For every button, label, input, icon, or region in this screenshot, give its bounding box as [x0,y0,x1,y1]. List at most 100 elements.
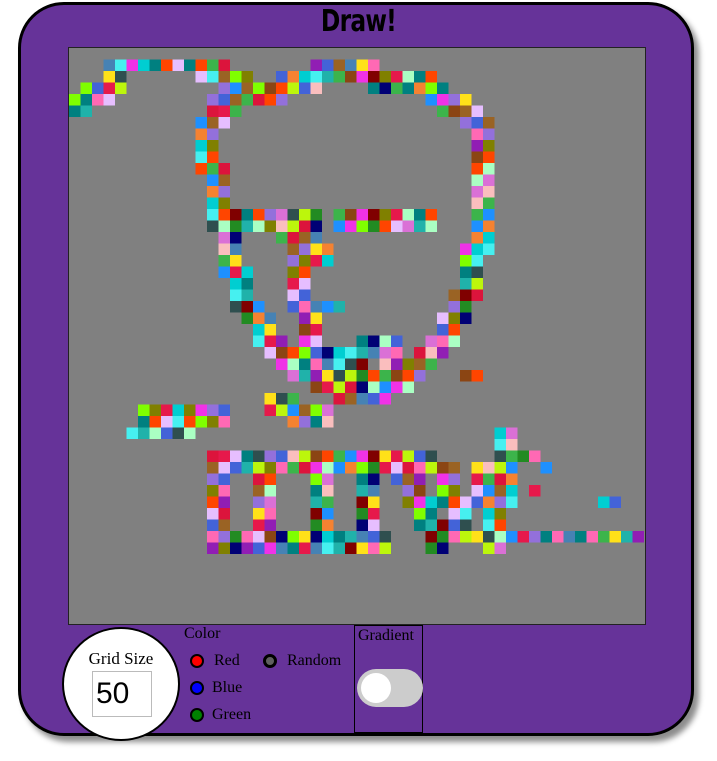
pixel-cell[interactable] [264,312,277,325]
pixel-cell[interactable] [218,485,231,497]
pixel-cell[interactable] [345,71,357,83]
pixel-cell[interactable] [253,542,265,555]
pixel-cell[interactable] [207,163,219,175]
pixel-cell[interactable] [322,358,334,371]
pixel-cell[interactable] [356,508,369,520]
pixel-cell[interactable] [184,427,196,440]
pixel-cell[interactable] [379,82,392,95]
pixel-cell[interactable] [379,370,392,382]
pixel-cell[interactable] [322,255,334,267]
pixel-cell[interactable] [368,531,380,543]
pixel-cell[interactable] [471,473,484,486]
pixel-cell[interactable] [264,531,277,543]
pixel-cell[interactable] [598,531,610,543]
pixel-cell[interactable] [494,519,507,532]
pixel-cell[interactable] [471,232,484,244]
pixel-cell[interactable] [299,82,311,95]
pixel-cell[interactable] [287,462,300,474]
pixel-cell[interactable] [241,312,254,325]
pixel-cell[interactable] [540,462,553,474]
pixel-cell[interactable] [207,186,219,198]
pixel-cell[interactable] [241,209,254,221]
pixel-cell[interactable] [310,312,323,325]
pixel-cell[interactable] [264,220,277,233]
pixel-cell[interactable] [425,450,438,463]
pixel-cell[interactable] [241,266,254,279]
pixel-cell[interactable] [448,105,461,118]
pixel-cell[interactable] [448,531,461,543]
pixel-cell[interactable] [69,105,81,118]
pixel-cell[interactable] [287,220,300,233]
pixel-cell[interactable] [437,312,449,325]
pixel-cell[interactable] [402,473,415,486]
pixel-cell[interactable] [425,508,438,520]
pixel-cell[interactable] [276,335,288,348]
pixel-cell[interactable] [345,393,357,405]
pixel-cell[interactable] [230,71,242,83]
pixel-cell[interactable] [414,209,426,221]
gradient-toggle[interactable] [357,669,423,707]
pixel-cell[interactable] [218,266,231,279]
pixel-cell[interactable] [368,462,380,474]
pixel-cell[interactable] [218,71,231,83]
pixel-cell[interactable] [322,370,334,382]
pixel-cell[interactable] [345,220,357,233]
pixel-cell[interactable] [253,335,265,348]
pixel-cell[interactable] [299,462,311,474]
pixel-cell[interactable] [529,485,541,497]
pixel-cell[interactable] [483,243,495,256]
pixel-cell[interactable] [448,324,461,336]
pixel-cell[interactable] [287,289,300,302]
pixel-cell[interactable] [425,358,438,371]
pixel-cell[interactable] [287,450,300,463]
pixel-cell[interactable] [195,128,208,141]
pixel-cell[interactable] [368,82,380,95]
pixel-cell[interactable] [471,496,484,509]
pixel-cell[interactable] [264,542,277,555]
pixel-cell[interactable] [195,71,208,83]
pixel-cell[interactable] [494,508,507,520]
pixel-cell[interactable] [483,174,495,187]
pixel-cell[interactable] [356,220,369,233]
pixel-cell[interactable] [207,404,219,417]
pixel-cell[interactable] [276,358,288,371]
pixel-cell[interactable] [483,151,495,164]
pixel-cell[interactable] [322,531,334,543]
pixel-cell[interactable] [425,82,438,95]
pixel-cell[interactable] [218,508,231,520]
pixel-cell[interactable] [218,416,231,428]
pixel-cell[interactable] [80,82,93,95]
pixel-cell[interactable] [299,324,311,336]
pixel-cell[interactable] [299,232,311,244]
pixel-cell[interactable] [460,278,472,290]
pixel-cell[interactable] [471,186,484,198]
pixel-cell[interactable] [126,427,139,440]
pixel-cell[interactable] [333,381,346,394]
pixel-cell[interactable] [264,393,277,405]
pixel-cell[interactable] [264,335,277,348]
pixel-cell[interactable] [471,243,484,256]
pixel-cell[interactable] [287,404,300,417]
pixel-cell[interactable] [494,450,507,463]
pixel-cell[interactable] [402,82,415,95]
pixel-cell[interactable] [425,531,438,543]
pixel-cell[interactable] [161,416,173,428]
pixel-cell[interactable] [253,473,265,486]
pixel-cell[interactable] [241,450,254,463]
pixel-cell[interactable] [460,266,472,279]
pixel-cell[interactable] [253,508,265,520]
pixel-cell[interactable] [460,496,472,509]
pixel-cell[interactable] [207,485,219,497]
pixel-cell[interactable] [333,71,346,83]
pixel-cell[interactable] [310,82,323,95]
pixel-cell[interactable] [103,94,116,106]
pixel-cell[interactable] [471,163,484,175]
pixel-cell[interactable] [552,531,564,543]
pixel-cell[interactable] [287,266,300,279]
pixel-cell[interactable] [448,496,461,509]
pixel-cell[interactable] [310,381,323,394]
pixel-cell[interactable] [368,71,380,83]
pixel-cell[interactable] [218,220,231,233]
pixel-cell[interactable] [218,243,231,256]
pixel-cell[interactable] [379,393,392,405]
